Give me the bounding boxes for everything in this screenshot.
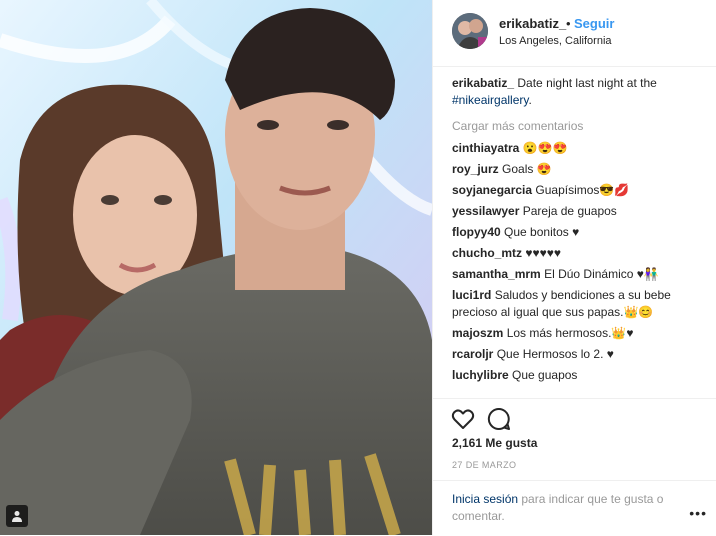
comment-item: luci1rd Saludos y bendiciones a su bebe … [452, 287, 707, 321]
comment-text: 😮😍😍 [522, 141, 568, 155]
comment-username[interactable]: flopyy40 [452, 225, 501, 239]
comment-username[interactable]: roy_jurz [452, 162, 499, 176]
comment-username[interactable]: cinthiayatra [452, 141, 519, 155]
comment-text: Guapísimos😎💋 [535, 183, 630, 197]
separator-dot: • [566, 16, 571, 31]
comment-text: Que bonitos ♥ [504, 225, 580, 239]
post-date: 27 DE MARZO [452, 460, 517, 470]
comment-item: chucho_mtz ♥♥♥♥♥ [452, 245, 707, 262]
comment-username[interactable]: majoszm [452, 326, 503, 340]
comment-username[interactable]: luci1rd [452, 288, 491, 302]
comment-username[interactable]: rcaroljr [452, 347, 493, 361]
comment-text: El Dúo Dinámico ♥👫 [544, 267, 659, 281]
comments-fade [433, 388, 716, 398]
comment-username[interactable]: luchylibre [452, 368, 509, 382]
comment-item: cinthiayatra 😮😍😍 [452, 140, 707, 157]
caption-end: . [528, 93, 532, 107]
comment-item: majoszm Los más hermosos.👑♥ [452, 325, 707, 342]
comment-text: Los más hermosos.👑♥ [506, 326, 634, 340]
action-bar [433, 398, 716, 435]
comment-item: rcaroljr Que Hermosos lo 2. ♥ [452, 346, 707, 363]
comment-username[interactable]: samantha_mrm [452, 267, 541, 281]
person-icon [12, 511, 22, 522]
avatar-image [452, 13, 488, 49]
caption: erikabatiz_ Date night last night at the… [452, 75, 707, 109]
comment-text: Pareja de guapos [522, 204, 617, 218]
hashtag-link[interactable]: #nikeairgallery [452, 93, 528, 107]
load-more-comments-button[interactable]: Cargar más comentarios [452, 118, 707, 135]
comment-username[interactable]: yessilawyer [452, 204, 519, 218]
instagram-post: erikabatiz_ • Seguir Los Angeles, Califo… [0, 0, 716, 535]
caption-username[interactable]: erikabatiz_ [452, 76, 514, 90]
comment-text: Que Hermosos lo 2. ♥ [496, 347, 614, 361]
location-link[interactable]: Los Angeles, California [499, 35, 612, 47]
comment-item: roy_jurz Goals 😍 [452, 161, 707, 178]
post-header: erikabatiz_ • Seguir Los Angeles, Califo… [433, 0, 716, 67]
comment-username[interactable]: soyjanegarcia [452, 183, 532, 197]
comment-item: yessilawyer Pareja de guapos [452, 203, 707, 220]
login-prompt-text: Inicia sesión para indicar que te gusta … [452, 491, 692, 525]
comment-button[interactable] [487, 407, 511, 431]
login-prompt: Inicia sesión para indicar que te gusta … [433, 480, 716, 536]
comment-item: soyjanegarcia Guapísimos😎💋 [452, 182, 707, 199]
comment-text: Goals 😍 [502, 162, 552, 176]
tagged-user-icon[interactable] [6, 505, 28, 527]
avatar[interactable] [452, 13, 488, 49]
comment-bubble-icon [487, 407, 510, 430]
comment-text: Que guapos [512, 368, 578, 382]
comment-username[interactable]: chucho_mtz [452, 246, 522, 260]
selfie-image [0, 0, 432, 535]
more-options-button[interactable]: ••• [689, 505, 707, 521]
comment-item: luchylibre Que guapos [452, 367, 707, 384]
author-username[interactable]: erikabatiz_ [499, 16, 566, 31]
like-button[interactable] [451, 407, 475, 431]
post-photo[interactable] [0, 0, 432, 535]
comment-item: samantha_mrm El Dúo Dinámico ♥👫 [452, 266, 707, 283]
like-count[interactable]: 2,161 Me gusta [452, 436, 537, 450]
comment-item: flopyy40 Que bonitos ♥ [452, 224, 707, 241]
comments-list[interactable]: erikabatiz_ Date night last night at the… [452, 75, 707, 395]
caption-text: Date night last night at the [514, 76, 657, 90]
comment-text: ♥♥♥♥♥ [525, 246, 561, 260]
more-options-icon: ••• [689, 505, 707, 521]
heart-icon [451, 409, 475, 429]
post-sidebar: erikabatiz_ • Seguir Los Angeles, Califo… [432, 0, 716, 535]
follow-button[interactable]: Seguir [574, 16, 614, 31]
login-link[interactable]: Inicia sesión [452, 492, 518, 506]
